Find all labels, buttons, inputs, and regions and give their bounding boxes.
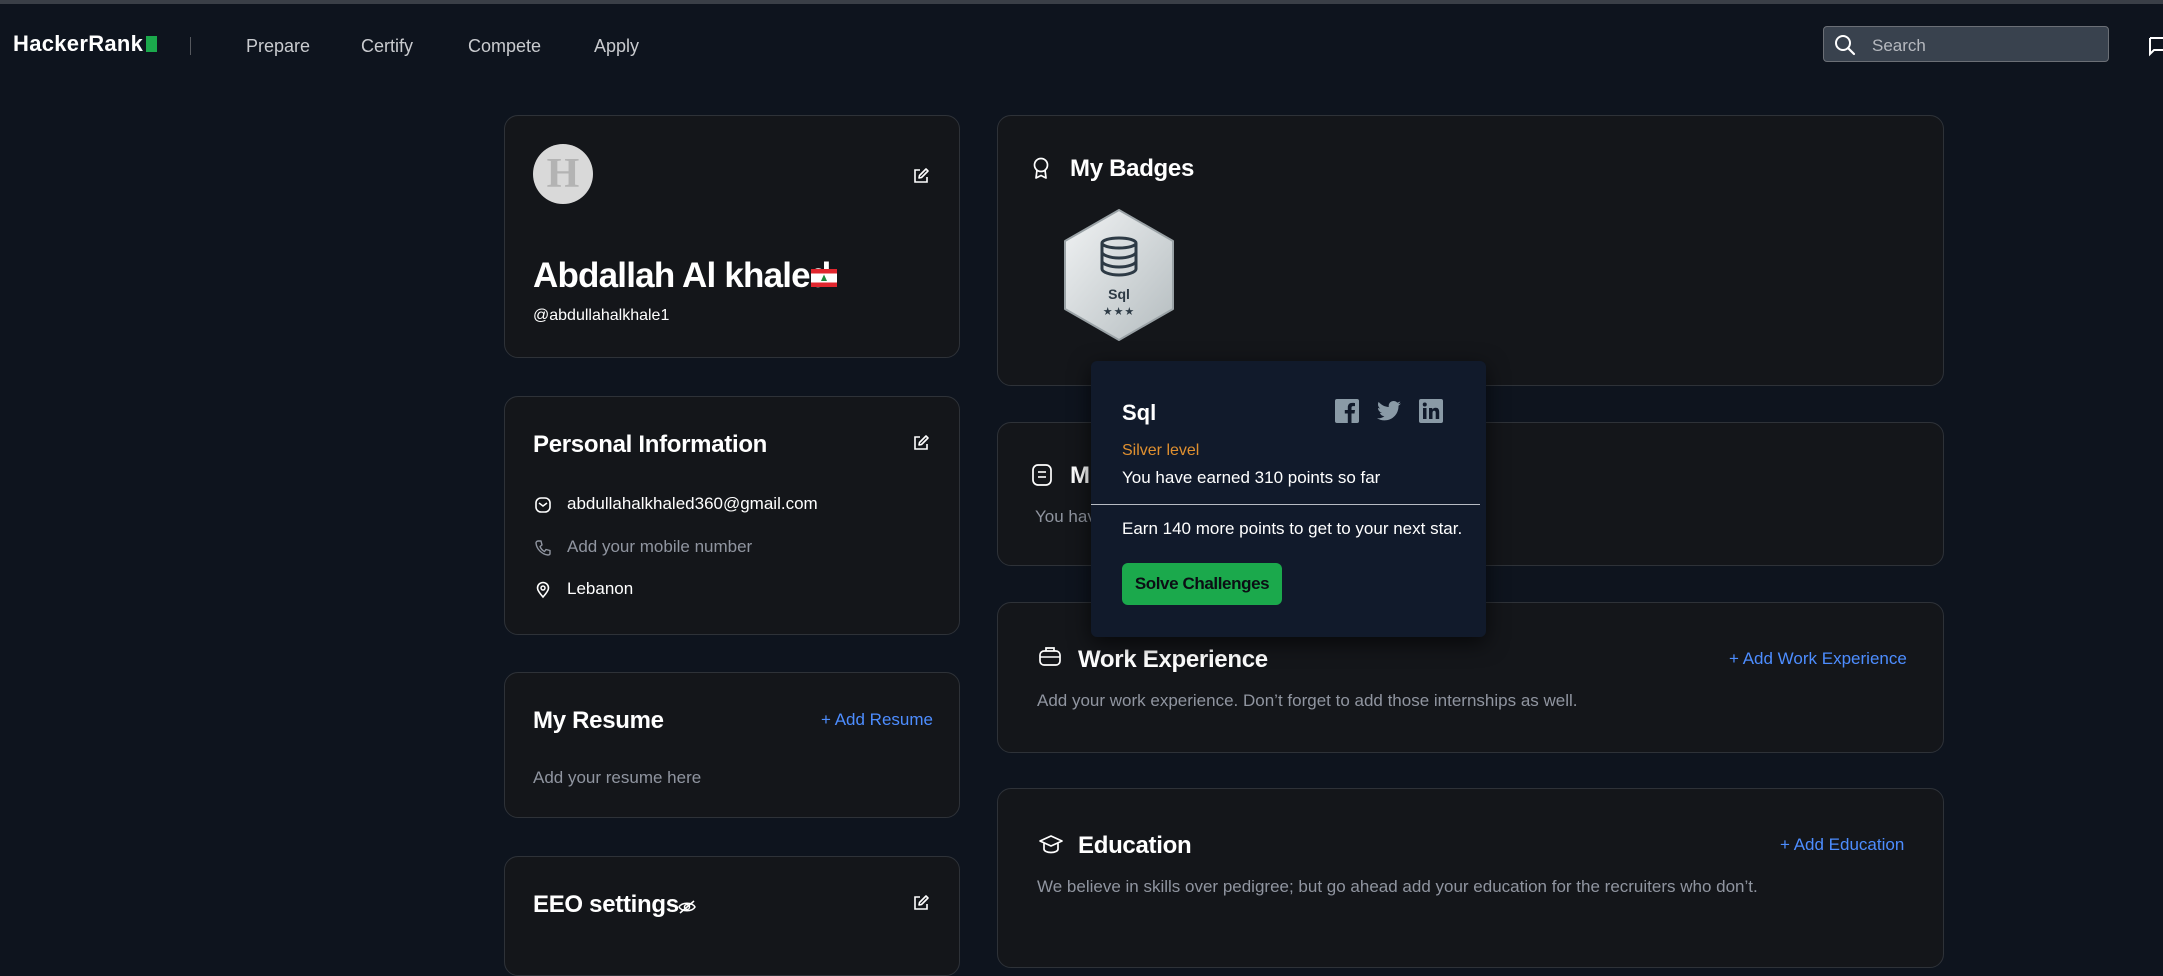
nav-prepare[interactable]: Prepare — [246, 36, 310, 57]
chat-icon[interactable] — [2148, 36, 2163, 58]
tooltip-title: Sql — [1122, 400, 1157, 425]
email-value: abdullahalkhaled360@gmail.com — [567, 494, 818, 513]
edit-profile-icon[interactable] — [912, 167, 930, 185]
lebanon-flag-icon — [811, 269, 837, 287]
search-placeholder: Search — [1872, 36, 1926, 55]
facebook-icon[interactable] — [1335, 399, 1359, 423]
sql-badge[interactable]: Sql ★★★ — [1056, 206, 1182, 349]
logo-mark — [146, 36, 158, 52]
tooltip-next-star: Earn 140 more points to get to your next… — [1122, 519, 1463, 538]
avatar-letter: H — [546, 151, 580, 197]
solve-challenges-button[interactable]: Solve Challenges — [1122, 563, 1282, 605]
resume-card: My Resume + Add Resume Add your resume h… — [504, 672, 960, 818]
phone-icon — [535, 540, 551, 556]
profile-username: @abdullahalkhale1 — [533, 307, 670, 324]
top-navbar: HackerRank Prepare Certify Compete Apply… — [0, 4, 2163, 80]
add-work-experience-button[interactable]: + Add Work Experience — [1729, 649, 1907, 669]
location-icon — [536, 581, 550, 599]
tooltip-divider — [1091, 504, 1480, 505]
profile-card: H Abdallah Al khaled @abdullahalkhale1 — [504, 115, 960, 358]
eeo-title: EEO settings — [533, 891, 679, 918]
tooltip-earned: You have earned 310 points so far — [1122, 468, 1381, 487]
add-resume-button[interactable]: + Add Resume — [821, 710, 933, 730]
work-experience-title: Work Experience — [1078, 646, 1268, 673]
personal-info-title: Personal Information — [533, 431, 768, 458]
tooltip-level: Silver level — [1122, 442, 1200, 459]
resume-title: My Resume — [533, 707, 664, 734]
personal-info-card: Personal Information abdullahalkhaled360… — [504, 396, 960, 635]
certifications-text: You hav — [1035, 507, 1096, 526]
eye-off-icon[interactable] — [677, 899, 697, 915]
badge-tooltip: Sql Silver level You have earned 310 poi… — [1091, 361, 1486, 637]
logo-text: HackerRank — [13, 31, 144, 56]
email-icon — [535, 497, 551, 513]
nav-divider — [190, 37, 191, 55]
certifications-title: M — [1070, 462, 1090, 489]
badge-name: Sql — [1108, 286, 1130, 302]
badges-card: My Badges Sql ★★★ — [997, 115, 1944, 386]
briefcase-icon — [1039, 647, 1061, 666]
nav-apply[interactable]: Apply — [594, 36, 639, 57]
education-title: Education — [1078, 832, 1192, 859]
badge-hexagon — [1064, 209, 1174, 341]
profile-name: Abdallah Al khaled — [533, 256, 831, 295]
badge-ribbon-icon — [1033, 157, 1049, 179]
edit-eeo-icon[interactable] — [912, 894, 930, 912]
graduation-cap-icon — [1039, 835, 1063, 854]
badge-stars: ★★★ — [1102, 306, 1136, 318]
location-value: Lebanon — [567, 579, 634, 598]
linkedin-icon[interactable] — [1419, 399, 1443, 423]
phone-placeholder[interactable]: Add your mobile number — [567, 537, 752, 557]
search-icon — [1835, 35, 1856, 56]
resume-placeholder: Add your resume here — [533, 768, 702, 787]
nav-compete[interactable]: Compete — [468, 36, 541, 57]
hackerrank-logo[interactable]: HackerRank — [13, 31, 158, 57]
work-experience-text: Add your work experience. Don’t forget t… — [1037, 691, 1578, 710]
nav-certify[interactable]: Certify — [361, 36, 413, 57]
certificate-icon — [1032, 464, 1052, 486]
badges-title: My Badges — [1070, 155, 1195, 182]
twitter-icon[interactable] — [1377, 401, 1401, 421]
add-education-button[interactable]: + Add Education — [1780, 835, 1904, 855]
eeo-settings-card: EEO settings — [504, 856, 960, 976]
education-text: We believe in skills over pedigree; but … — [1037, 877, 1758, 896]
edit-personal-info-icon[interactable] — [912, 434, 930, 452]
education-card: Education + Add Education We believe in … — [997, 788, 1944, 968]
search-input[interactable]: Search — [1823, 26, 2109, 62]
avatar[interactable]: H — [533, 144, 593, 204]
